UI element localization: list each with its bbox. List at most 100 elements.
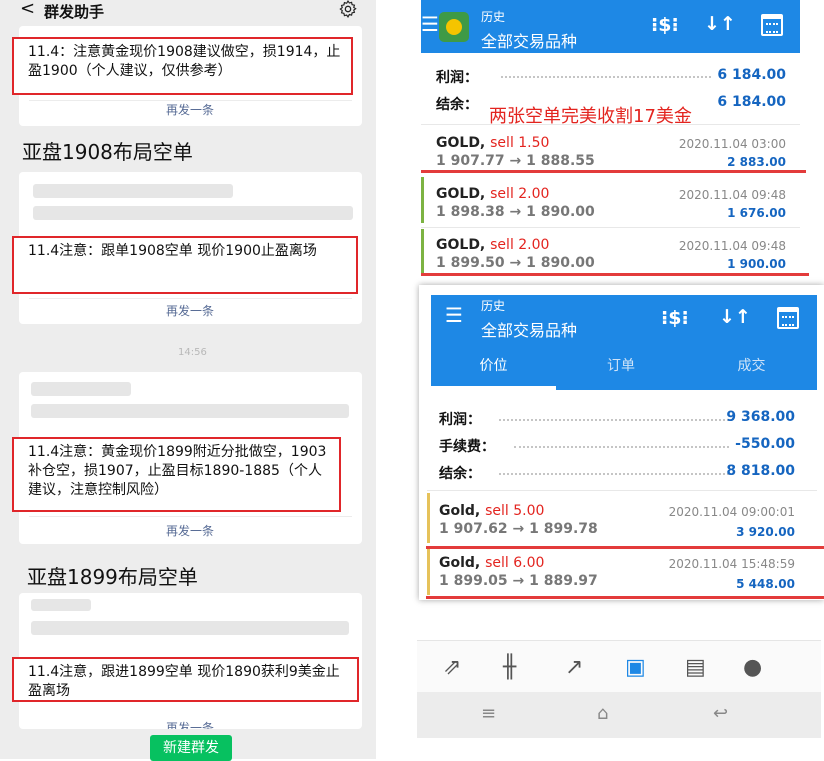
trade-prices: 1 907.62 → 1 899.78 — [439, 521, 598, 537]
trade-time: 2020.11.04 09:48 — [678, 239, 786, 253]
symbol: Gold, — [439, 555, 481, 571]
header: < 群发助手 — [0, 0, 376, 22]
back-icon[interactable]: < — [20, 0, 35, 19]
open-marker — [421, 229, 424, 275]
history-icon[interactable]: ▣ — [625, 655, 646, 680]
blurred-content — [31, 382, 131, 396]
highlight-underline — [426, 546, 824, 549]
trade-time: 2020.11.04 09:48 — [678, 188, 786, 202]
open-marker — [421, 177, 424, 223]
message-card: 11.4：注意黄金现价1908建议做空，损1914，止盈1900（个人建议，仅供… — [12, 26, 362, 126]
message-text: 11.4注意：黄金现价1899附近分批做空，1903补仓空，损1907，止盈目标… — [12, 437, 341, 512]
blurred-content — [31, 404, 349, 418]
trade-row[interactable]: Gold, sell 6.00 2020.11.04 15:48:59 1 89… — [439, 555, 795, 591]
history-subtitle: 历史 — [481, 299, 506, 313]
calendar-icon[interactable] — [777, 307, 799, 329]
blurred-content — [33, 206, 353, 220]
calendar-icon[interactable] — [761, 14, 783, 36]
history-subtitle: 历史 — [481, 10, 506, 24]
trade-side: sell 2.00 — [490, 186, 550, 202]
tab-price[interactable]: 价位 — [431, 355, 556, 375]
gear-icon[interactable] — [338, 0, 358, 19]
chart-icon[interactable]: ↗ — [565, 655, 583, 680]
active-tab-indicator — [431, 386, 556, 390]
trade-prices: 1 898.38 → 1 890.00 — [436, 204, 595, 220]
message-card: 11.4注意：黄金现价1899附近分批做空，1903补仓空，损1907，止盈目标… — [12, 372, 362, 544]
blurred-content — [33, 184, 233, 198]
trade-icon[interactable]: ⇗ — [443, 655, 461, 680]
currency-icon[interactable]: ⁝$⁝ — [651, 14, 679, 36]
summary-value: 6 184.00 — [717, 67, 786, 83]
section-title: 亚盘1899布局空单 — [27, 565, 198, 589]
trade-profit: 2 883.00 — [727, 155, 786, 169]
home-icon[interactable]: ⌂ — [597, 703, 608, 724]
symbol: GOLD, — [436, 186, 486, 202]
menu-icon[interactable]: ≡ — [481, 703, 496, 724]
resend-button[interactable]: 再发一条 — [166, 302, 214, 319]
bottom-navigation: ⇗ ╫ ↗ ▣ ▤ ● — [417, 640, 821, 692]
app-logo-icon — [439, 12, 469, 42]
trade-profit: 1 900.00 — [727, 257, 786, 271]
app-bar: ☰ 历史 全部交易品种 ⁝$⁝ ↓↑ 价位 订单 成交 — [431, 295, 817, 390]
summary-value: -550.00 — [735, 436, 795, 452]
trade-side: sell 6.00 — [485, 555, 545, 571]
currency-icon[interactable]: ⁝$⁝ — [661, 307, 689, 329]
trade-row[interactable]: GOLD, sell 2.00 2020.11.04 09:48 1 898.3… — [436, 186, 786, 222]
sort-icon[interactable]: ↓↑ — [704, 13, 736, 35]
chat-icon[interactable]: ● — [743, 655, 762, 680]
back-icon[interactable]: ↩ — [713, 703, 728, 724]
menu-icon[interactable]: ☰ — [445, 303, 463, 327]
blurred-content — [31, 599, 91, 611]
highlight-underline — [421, 170, 806, 173]
highlight-underline — [426, 596, 824, 599]
mt4-history: ☰ 历史 全部交易品种 ⁝$⁝ ↓↑ 利润： 6 184.00 结余： 6 18… — [396, 0, 824, 759]
summary-value: 8 818.00 — [726, 463, 795, 479]
app-bar: ☰ 历史 全部交易品种 ⁝$⁝ ↓↑ — [421, 0, 800, 53]
trade-row[interactable]: GOLD, sell 2.00 2020.11.04 09:48 1 899.5… — [436, 237, 786, 273]
trade-profit: 1 676.00 — [727, 206, 786, 220]
trade-row[interactable]: Gold, sell 5.00 2020.11.04 09:00:01 1 90… — [439, 503, 795, 539]
trade-profit: 3 920.00 — [736, 525, 795, 539]
symbol-selector[interactable]: 全部交易品种 — [481, 317, 577, 341]
trade-prices: 1 899.05 → 1 889.97 — [439, 573, 598, 589]
resend-button[interactable]: 再发一条 — [166, 719, 214, 729]
blurred-content — [31, 621, 349, 635]
menu-icon[interactable]: ☰ — [421, 12, 439, 36]
open-marker — [427, 493, 430, 543]
highlight-underline — [421, 273, 809, 276]
system-navigation: ≡ ⌂ ↩ — [417, 692, 821, 738]
wechat-group-helper: < 群发助手 11.4：注意黄金现价1908建议做空，损1914，止盈1900（… — [0, 0, 376, 761]
summary-label: 手续费： — [439, 439, 495, 455]
summary-value: 6 184.00 — [717, 94, 786, 110]
trade-prices: 1 907.77 → 1 888.55 — [436, 153, 595, 169]
trade-time: 2020.11.04 03:00 — [678, 137, 786, 151]
resend-button[interactable]: 再发一条 — [166, 522, 214, 539]
trade-side: sell 2.00 — [490, 237, 550, 253]
symbol: GOLD, — [436, 237, 486, 253]
sort-icon[interactable]: ↓↑ — [719, 306, 751, 328]
trade-time: 2020.11.04 15:48:59 — [668, 557, 795, 571]
summary-label: 结余： — [439, 466, 481, 482]
open-marker — [427, 547, 430, 595]
message-card: 2 11.4注意：跟单1908空单 现价1900止盈离场 再发一条 — [12, 172, 362, 324]
trade-side: sell 5.00 — [485, 503, 545, 519]
message-text: 11.4：注意黄金现价1908建议做空，损1914，止盈1900（个人建议，仅供… — [12, 37, 353, 95]
symbol-selector[interactable]: 全部交易品种 — [481, 28, 577, 52]
resend-button[interactable]: 再发一条 — [166, 101, 214, 118]
trade-row[interactable]: GOLD, sell 1.50 2020.11.04 03:00 1 907.7… — [436, 135, 786, 171]
message-card: 11.4注意，跟进1899空单 现价1890获利9美金止盈离场 再发一条 — [12, 593, 362, 729]
message-text: 11.4注意，跟进1899空单 现价1890获利9美金止盈离场 — [12, 657, 359, 702]
candles-icon[interactable]: ╫ — [503, 655, 516, 680]
summary-label: 结余： — [436, 97, 478, 113]
news-icon[interactable]: ▤ — [685, 655, 706, 680]
symbol: Gold, — [439, 503, 481, 519]
trade-time: 2020.11.04 09:00:01 — [668, 505, 795, 519]
new-group-send-button[interactable]: 新建群发 — [150, 735, 232, 761]
trade-prices: 1 899.50 → 1 890.00 — [436, 255, 595, 271]
tab-deals[interactable]: 成交 — [686, 355, 817, 375]
timestamp: 14:56 — [178, 347, 207, 358]
section-title: 亚盘1908布局空单 — [22, 140, 193, 164]
symbol: GOLD, — [436, 135, 486, 151]
trade-profit: 5 448.00 — [736, 577, 795, 591]
tab-orders[interactable]: 订单 — [556, 355, 686, 375]
